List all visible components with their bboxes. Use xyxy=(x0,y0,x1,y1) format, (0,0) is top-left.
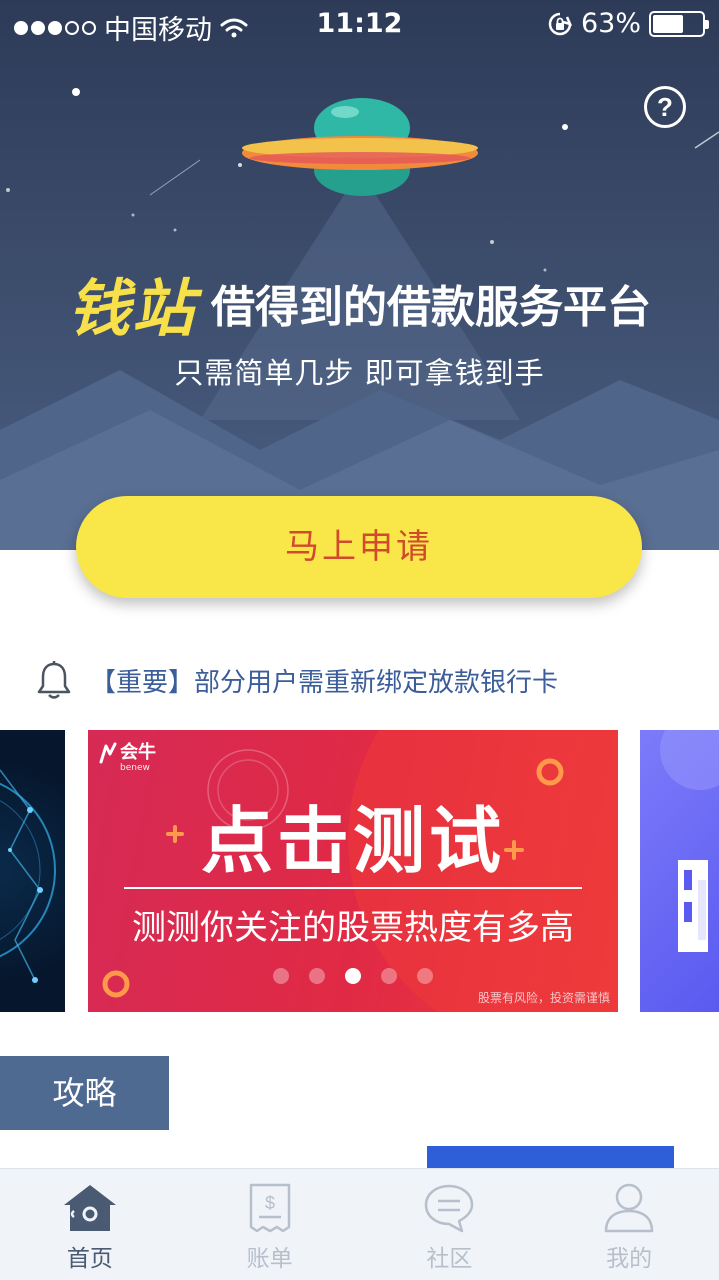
tab-mine[interactable]: 我的 xyxy=(539,1169,719,1280)
bottom-tab-bar: 首页 $ 账单 社区 我的 xyxy=(0,1168,719,1280)
carousel-slide-current[interactable]: 会牛 benew 点击测试 测测你关注的股票热度有多高 股票有风险，投资需谨慎 xyxy=(88,730,618,1012)
battery-percentage: 63% xyxy=(580,8,641,39)
notice-text: 【重要】部分用户需重新绑定放款银行卡 xyxy=(90,667,559,698)
banner-logo: 会牛 xyxy=(120,742,156,763)
carousel-indicator xyxy=(88,968,618,984)
brand-name: 钱站 xyxy=(67,272,196,345)
carousel-dot[interactable] xyxy=(381,968,397,984)
home-icon xyxy=(63,1185,116,1231)
tab-mine-label: 我的 xyxy=(606,1246,653,1272)
tab-bill[interactable]: $ 账单 xyxy=(180,1169,360,1280)
banner-subtitle: 测测你关注的股票热度有多高 xyxy=(132,908,574,948)
svg-text:$: $ xyxy=(265,1193,275,1213)
help-button[interactable]: ? xyxy=(644,86,686,128)
status-bar: 中国移动 11:12 63% xyxy=(0,0,719,50)
user-icon xyxy=(604,1183,654,1233)
hero-subtitle: 只需简单几步 即可拿钱到手 xyxy=(174,356,545,390)
bell-icon xyxy=(37,661,71,699)
guide-section-tab[interactable]: 攻略 xyxy=(0,1056,169,1130)
banner-divider xyxy=(124,887,582,889)
tab-bill-label: 账单 xyxy=(246,1246,293,1272)
carousel-dot-active[interactable] xyxy=(345,968,361,984)
bill-icon: $ xyxy=(249,1183,290,1233)
notice-bar[interactable]: 【重要】部分用户需重新绑定放款银行卡 xyxy=(36,658,558,702)
benew-logo-icon xyxy=(99,742,117,764)
battery-fill xyxy=(653,14,684,33)
banner-title: 点击测试 xyxy=(200,799,505,883)
carousel-slide-next[interactable] xyxy=(640,730,719,1012)
carousel-dot[interactable] xyxy=(273,968,289,984)
tab-community[interactable]: 社区 xyxy=(360,1169,540,1280)
hero-banner: 中国移动 11:12 63% ? 钱站 借得到的借款服务平台 只需简单几步 即可… xyxy=(0,0,719,550)
carousel-slide-previous[interactable] xyxy=(0,730,65,1012)
chat-icon xyxy=(425,1184,474,1233)
apply-now-button[interactable]: 马上申请 xyxy=(76,496,642,598)
hero-title: 钱站 借得到的借款服务平台 xyxy=(0,258,719,348)
tab-community-label: 社区 xyxy=(426,1246,473,1272)
globe-network-image xyxy=(0,769,56,983)
next-slide-image xyxy=(660,730,719,952)
tab-home[interactable]: 首页 xyxy=(0,1169,180,1280)
battery-icon xyxy=(649,10,709,37)
banner-disclaimer: 股票有风险，投资需谨慎 xyxy=(477,991,610,1005)
carousel-dot[interactable] xyxy=(417,968,433,984)
carousel-dot[interactable] xyxy=(309,968,325,984)
banner-carousel[interactable]: 会牛 benew 点击测试 测测你关注的股票热度有多高 股票有风险，投资需谨慎 xyxy=(0,730,719,1012)
banner-logo-sub: benew xyxy=(120,763,150,773)
hero-slogan: 借得到的借款服务平台 xyxy=(211,282,652,333)
rotation-lock-icon xyxy=(548,12,573,35)
tab-home-label: 首页 xyxy=(66,1246,113,1272)
status-right: 63% xyxy=(547,8,709,39)
